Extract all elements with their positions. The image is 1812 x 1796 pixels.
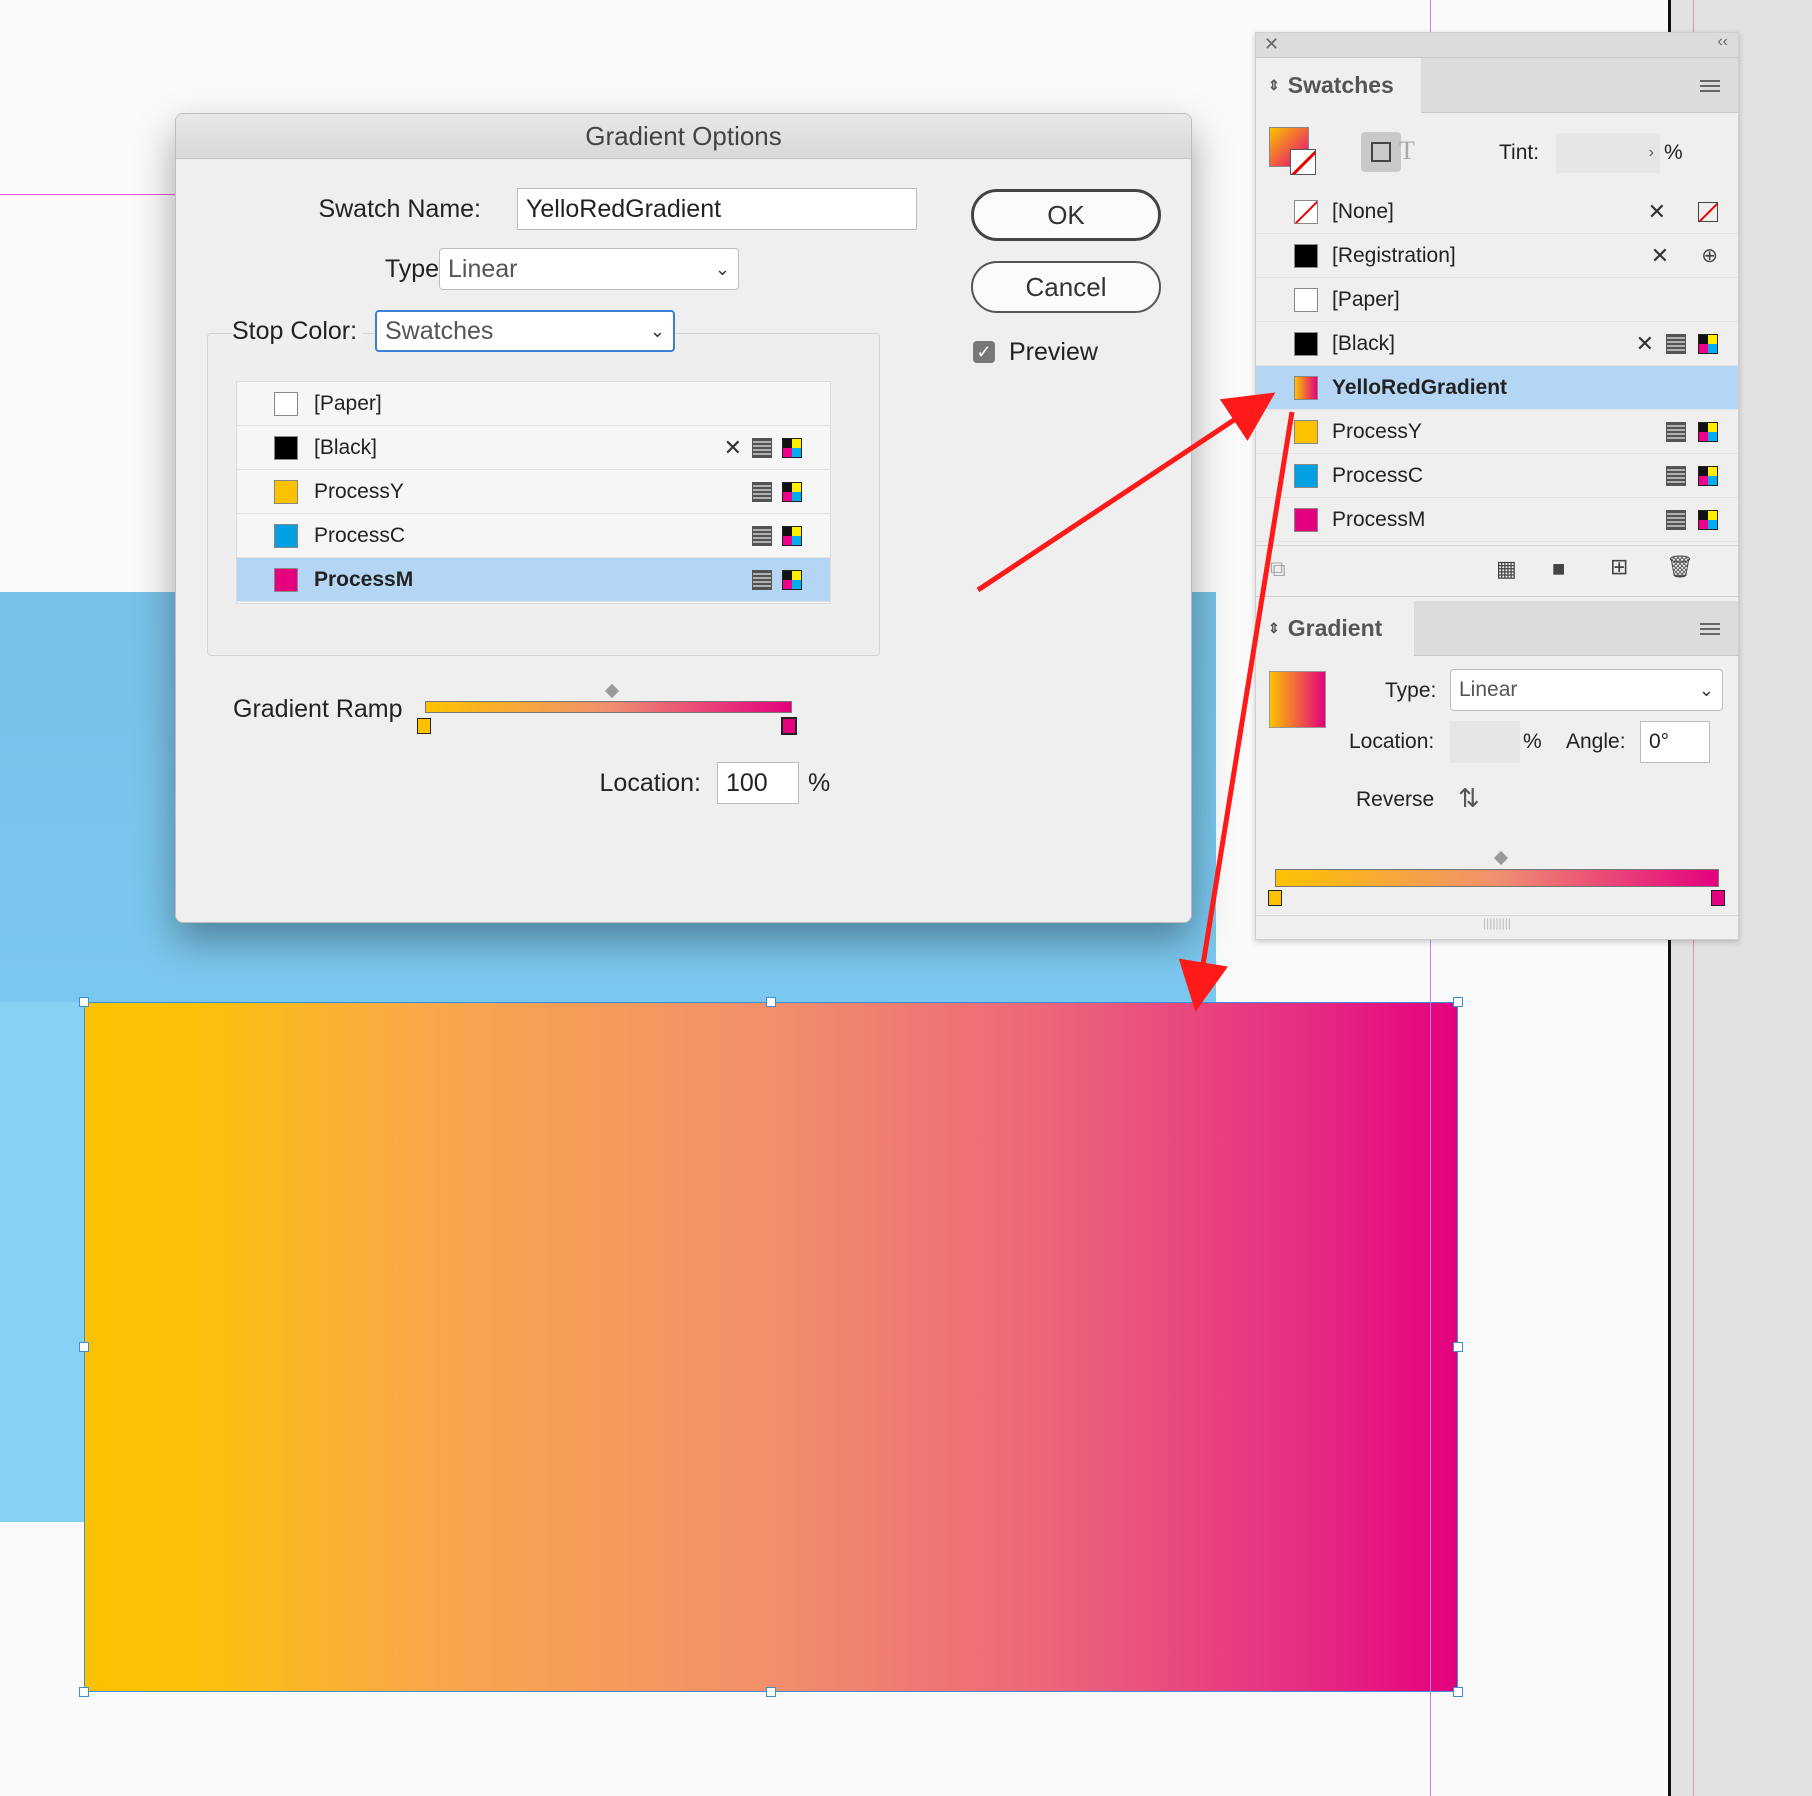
annotation-arrows xyxy=(976,392,1295,1012)
arrow-to-swatch xyxy=(976,392,1276,593)
arrow-to-frame xyxy=(1178,411,1295,1012)
